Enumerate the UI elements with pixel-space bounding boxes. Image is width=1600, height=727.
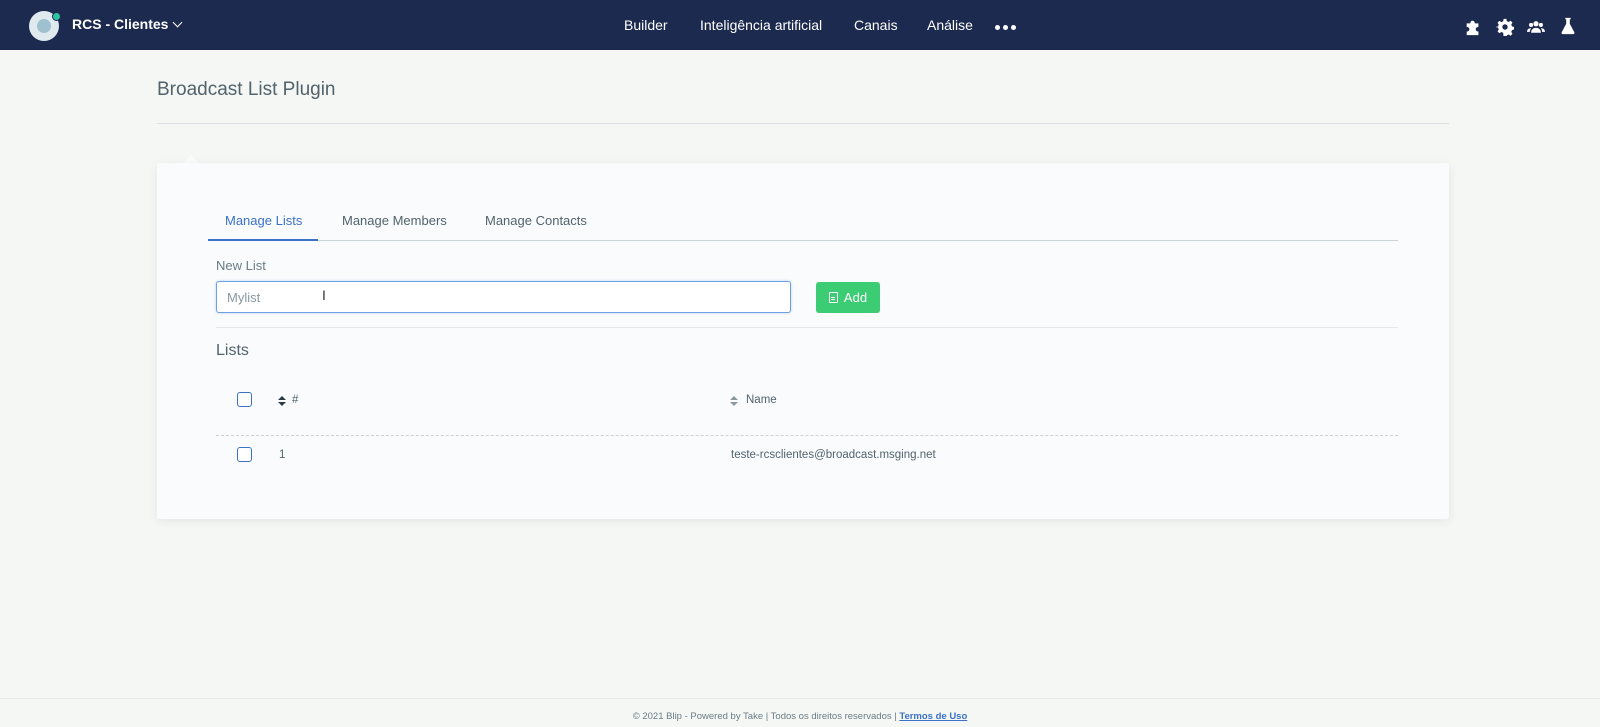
nav-builder[interactable]: Builder [624, 17, 668, 33]
bot-name: RCS - Clientes [72, 16, 169, 32]
puzzle-icon[interactable] [1464, 18, 1482, 36]
users-icon[interactable] [1527, 18, 1545, 36]
table-header-divider [216, 435, 1398, 436]
nav-canais[interactable]: Canais [854, 17, 898, 33]
footer: © 2021 Blip - Powered by Take | Todos os… [0, 711, 1600, 722]
row-checkbox[interactable] [237, 447, 252, 462]
page-title: Broadcast List Plugin [157, 79, 336, 100]
file-add-icon [828, 292, 838, 303]
bot-avatar-inner [37, 19, 51, 33]
flask-icon[interactable] [1559, 17, 1577, 35]
add-button-label: Add [843, 290, 868, 305]
row-name[interactable]: teste-rcsclientes@broadcast.msging.net [731, 449, 936, 461]
terms-link[interactable]: Termos de Uso [899, 711, 967, 722]
column-header-id[interactable]: # [292, 394, 298, 406]
nav-analise[interactable]: Análise [927, 17, 973, 33]
more-options-icon[interactable] [995, 25, 1016, 30]
online-status-dot [52, 12, 61, 21]
chevron-down-icon [173, 17, 183, 27]
tab-bar: Manage Lists Manage Members Manage Conta… [208, 209, 1398, 241]
lists-heading: Lists [216, 342, 249, 359]
gear-icon[interactable] [1496, 18, 1514, 36]
tab-manage-members[interactable]: Manage Members [342, 209, 447, 241]
footer-text: © 2021 Blip - Powered by Take | Todos os… [632, 711, 900, 722]
top-navbar: RCS - Clientes Builder Inteligência arti… [0, 0, 1600, 50]
title-divider [157, 123, 1449, 124]
bot-selector[interactable]: RCS - Clientes [72, 16, 183, 32]
select-all-checkbox[interactable] [237, 392, 252, 407]
nav-inteligencia-artificial[interactable]: Inteligência artificial [700, 17, 822, 33]
tab-manage-lists[interactable]: Manage Lists [208, 209, 318, 241]
footer-divider [0, 698, 1600, 699]
form-divider [216, 327, 1398, 328]
sort-name-icon[interactable] [730, 396, 740, 408]
text-cursor-icon: I [322, 287, 326, 303]
row-id: 1 [279, 449, 286, 461]
plugin-card: Manage Lists Manage Members Manage Conta… [157, 163, 1449, 519]
new-list-input[interactable] [216, 281, 791, 313]
column-header-name[interactable]: Name [746, 394, 777, 406]
sort-id-icon[interactable] [278, 396, 288, 408]
add-list-button[interactable]: Add [816, 282, 880, 313]
tab-manage-contacts[interactable]: Manage Contacts [485, 209, 587, 241]
new-list-label: New List [216, 258, 266, 273]
